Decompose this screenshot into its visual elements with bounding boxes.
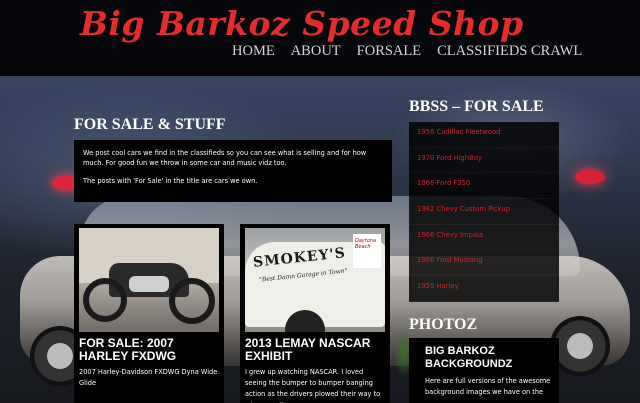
photoz-text: Here are full versions of the awesome ba… [425,377,551,396]
post-excerpt: I grew up watching NASCAR. I loved seein… [245,368,381,403]
main-nav: HOME ABOUT FORSALE CLASSIFIEDS CRAWL [232,43,582,60]
bbss-for-sale-heading: BBSS – FOR SALE [409,98,544,115]
photoz-title[interactable]: BIG BARKOZ BACKGROUNDZ [425,345,551,371]
harley-motorcycle-image[interactable] [79,228,219,332]
photoz-heading: PHOTOZ [409,316,478,333]
list-item[interactable]: 1966 Ford Mustang [409,250,559,277]
taillight-right [575,170,605,184]
nascar-exhibit-image[interactable]: SMOKEY'S "Best Damn Garage in Town" Dayt… [245,228,385,332]
post-card-nascar[interactable]: SMOKEY'S "Best Damn Garage in Town" Dayt… [240,224,390,403]
site-title[interactable]: Big Barkoz Speed Shop [80,4,524,43]
list-item[interactable]: 1956 Cadillac Fleetwood [409,122,559,148]
site-header: Big Barkoz Speed Shop HOME ABOUT FORSALE… [0,0,640,76]
list-item[interactable]: 1966 Chevy Impala [409,225,559,251]
intro-paragraph-2: The posts with 'For Sale' in the title a… [83,177,258,185]
intro-box: We post cool cars we find in the classif… [74,140,392,202]
for-sale-heading: FOR SALE & STUFF [74,116,226,133]
image-badge-text: Daytona Beach [353,234,381,268]
intro-paragraph-1: We post cool cars we find in the classif… [83,149,367,167]
for-sale-list: 1956 Cadillac Fleetwood 1970 Ford HighBo… [409,122,559,302]
rear-wheel [169,278,215,324]
list-item[interactable]: 1970 Ford HighBoy [409,148,559,174]
wheel-right [550,316,610,376]
list-item[interactable]: 1966 Ford F350 [409,173,559,200]
nav-about[interactable]: ABOUT [291,43,341,60]
list-item[interactable]: 1982 Chevy Custom Pickup [409,199,559,225]
post-card-harley[interactable]: FOR SALE: 2007 HARLEY FXDWG 2007 Harley-… [74,224,224,403]
nav-home[interactable]: HOME [232,43,275,60]
post-title[interactable]: FOR SALE: 2007 HARLEY FXDWG [79,337,219,363]
post-title[interactable]: 2013 LEMAY NASCAR EXHIBIT [245,337,385,363]
front-wheel [83,278,127,322]
post-excerpt: 2007 Harley-Davidson FXDWG Dyna Wide Gli… [79,368,218,387]
photoz-box: BIG BARKOZ BACKGROUNDZ Here are full ver… [409,338,559,403]
list-item[interactable]: 1959 Harley [409,276,559,302]
nav-classifieds-crawl[interactable]: CLASSIFIEDS CRAWL [437,43,582,60]
bike-engine [129,276,169,292]
nav-forsale[interactable]: FORSALE [357,43,421,60]
